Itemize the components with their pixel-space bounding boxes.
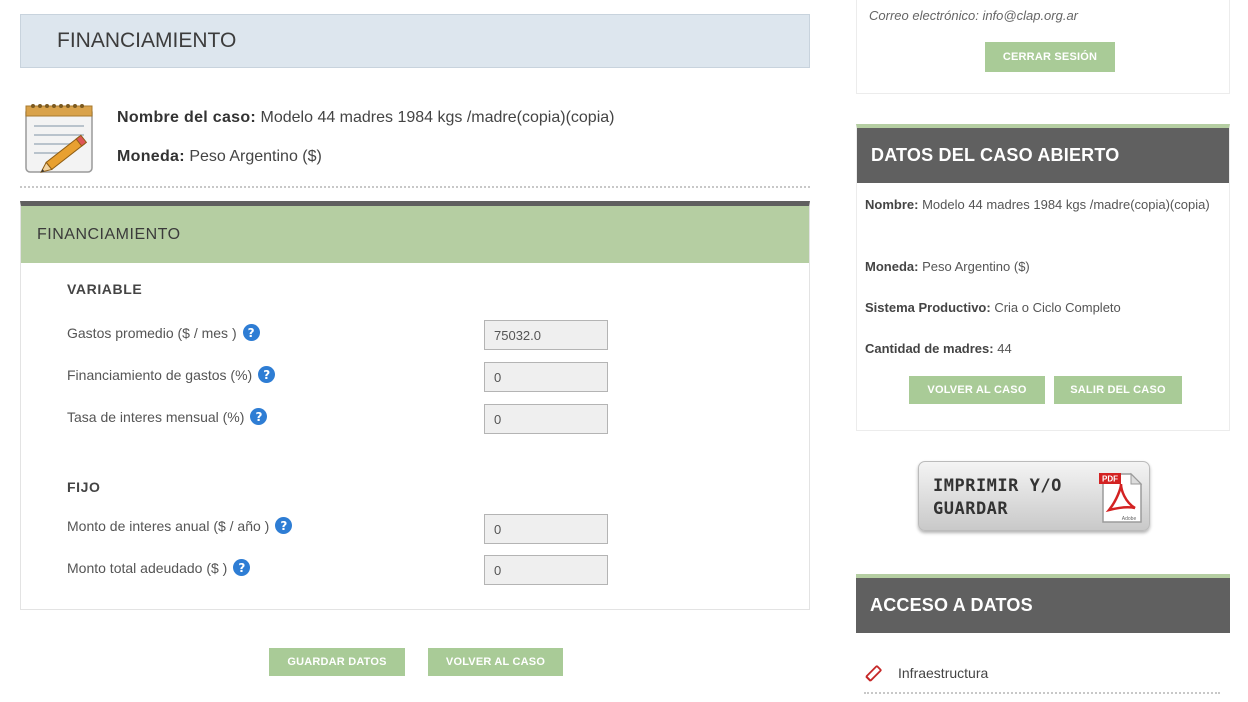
section-variable-title: VARIABLE — [67, 281, 143, 297]
pdf-icon: PDF Adobe — [1099, 472, 1143, 523]
section-fijo-title: FIJO — [67, 479, 101, 495]
adobe-text: Adobe — [1122, 516, 1137, 522]
help-icon[interactable]: ? — [242, 324, 260, 341]
print-save-button[interactable]: IMPRIMIR Y/O GUARDAR PDF Adobe — [918, 461, 1150, 531]
case-currency-value: Peso Argentino ($) — [189, 148, 322, 165]
back-to-case-button[interactable]: VOLVER AL CASO — [428, 648, 563, 676]
help-icon[interactable]: ? — [250, 408, 268, 425]
field-label-text: Financiamiento de gastos (%) — [67, 366, 253, 383]
case-name-line: Nombre del caso: Modelo 44 madres 1984 k… — [117, 109, 614, 127]
open-case-panel: DATOS DEL CASO ABIERTO Nombre: Modelo 44… — [856, 124, 1230, 431]
monto-interes-anual-input[interactable] — [484, 514, 608, 544]
access-item-label: Infraestructura — [898, 665, 989, 681]
help-icon[interactable]: ? — [233, 559, 251, 576]
help-icon[interactable]: ? — [275, 517, 293, 534]
field-label-monto-interes-anual: Monto de interes anual ($ / año ) ? — [67, 517, 293, 534]
back-to-case-side-button[interactable]: VOLVER AL CASO — [909, 376, 1045, 404]
notepad-icon — [25, 104, 93, 173]
pdf-badge-text: PDF — [1102, 475, 1118, 484]
open-case-mothers-label: Cantidad de madres: — [865, 341, 994, 356]
access-title: ACCESO A DATOS — [856, 578, 1230, 633]
open-case-system-label: Sistema Productivo: — [865, 300, 991, 315]
open-case-name-value: Modelo 44 madres 1984 kgs /madre(copia)(… — [922, 197, 1210, 212]
case-currency-line: Moneda: Peso Argentino ($) — [117, 148, 322, 166]
financing-form-panel: FINANCIAMIENTO VARIABLE Gastos promedio … — [20, 201, 810, 610]
page-title: FINANCIAMIENTO — [20, 14, 810, 68]
open-case-currency-value: Peso Argentino ($) — [922, 259, 1030, 274]
financiamiento-gastos-input[interactable] — [484, 362, 608, 392]
help-icon[interactable]: ? — [258, 366, 276, 383]
print-button-label: IMPRIMIR Y/O GUARDAR — [933, 475, 1062, 521]
print-line-1: IMPRIMIR Y/O — [933, 476, 1062, 496]
access-item-infraestructura[interactable]: Infraestructura — [864, 654, 1220, 694]
field-label-tasa-interes: Tasa de interes mensual (%) ? — [67, 408, 268, 425]
open-case-name-label: Nombre: — [865, 197, 919, 212]
case-info: Nombre del caso: Modelo 44 madres 1984 k… — [22, 98, 812, 188]
print-line-2: GUARDAR — [933, 499, 1009, 519]
tasa-interes-input[interactable] — [484, 404, 608, 434]
exit-case-button[interactable]: SALIR DEL CASO — [1054, 376, 1182, 404]
field-label-text: Gastos promedio ($ / mes ) — [67, 324, 237, 341]
open-case-title: DATOS DEL CASO ABIERTO — [857, 128, 1229, 183]
field-label-text: Tasa de interes mensual (%) — [67, 408, 245, 425]
divider — [20, 186, 810, 188]
session-box: Correo electrónico: info@clap.org.ar CER… — [856, 0, 1230, 94]
field-label-financiamiento-gastos: Financiamiento de gastos (%) ? — [67, 366, 276, 383]
case-currency-label: Moneda: — [117, 148, 185, 165]
logout-button[interactable]: CERRAR SESIÓN — [985, 42, 1115, 72]
open-case-system-row: Sistema Productivo: Cria o Ciclo Complet… — [865, 298, 1221, 318]
open-case-name-row: Nombre: Modelo 44 madres 1984 kgs /madre… — [865, 195, 1221, 215]
case-name-value: Modelo 44 madres 1984 kgs /madre(copia)(… — [260, 109, 615, 126]
pencil-icon — [865, 665, 882, 682]
save-data-button[interactable]: GUARDAR DATOS — [269, 648, 405, 676]
open-case-mothers-row: Cantidad de madres: 44 — [865, 339, 1221, 359]
field-label-text: Monto total adeudado ($ ) — [67, 559, 228, 576]
session-email: Correo electrónico: info@clap.org.ar — [869, 8, 1079, 23]
gastos-promedio-input[interactable] — [484, 320, 608, 350]
monto-total-adeudado-input[interactable] — [484, 555, 608, 585]
form-panel-title: FINANCIAMIENTO — [21, 206, 809, 263]
field-label-gastos-promedio: Gastos promedio ($ / mes ) ? — [67, 324, 260, 341]
open-case-currency-row: Moneda: Peso Argentino ($) — [865, 257, 1221, 277]
field-label-monto-total-adeudado: Monto total adeudado ($ ) ? — [67, 559, 251, 576]
case-name-label: Nombre del caso: — [117, 109, 257, 126]
access-panel: ACCESO A DATOS Infraestructura — [856, 574, 1230, 702]
field-label-text: Monto de interes anual ($ / año ) — [67, 517, 270, 534]
open-case-currency-label: Moneda: — [865, 259, 919, 274]
open-case-system-value: Cria o Ciclo Completo — [994, 300, 1121, 315]
open-case-mothers-value: 44 — [997, 341, 1012, 356]
